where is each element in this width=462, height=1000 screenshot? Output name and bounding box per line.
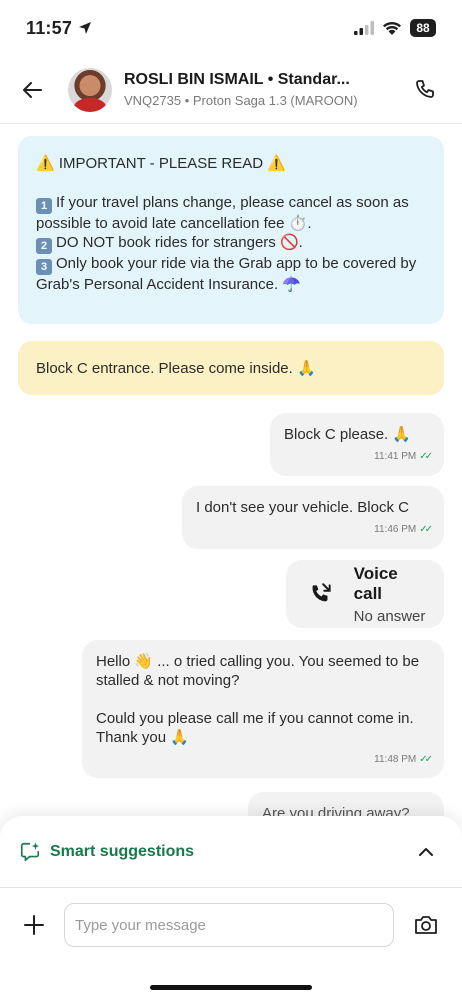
voice-call-bubble[interactable]: Voice call No answer <box>286 560 444 628</box>
chat-area[interactable]: ⚠️ IMPORTANT - PLEASE READ ⚠️ 1 If your t… <box>0 124 462 820</box>
wifi-icon <box>383 21 401 35</box>
keycap-number-icon: 3 <box>36 259 52 275</box>
notice-item: 2 DO NOT book rides for strangers 🚫. <box>36 233 426 254</box>
composer-sheet: Smart suggestions <box>0 816 462 1000</box>
message-input[interactable] <box>64 903 394 947</box>
important-notice: ⚠️ IMPORTANT - PLEASE READ ⚠️ 1 If your t… <box>18 136 444 324</box>
voice-call-title: Voice call <box>353 563 398 603</box>
missed-call-icon <box>306 579 336 609</box>
battery-indicator: 88 <box>410 19 436 37</box>
message-text: Block C please. 🙏 <box>284 426 412 443</box>
call-button[interactable] <box>406 70 446 110</box>
home-indicator <box>150 985 312 990</box>
phone-icon <box>416 79 434 98</box>
message-meta: 11:41 PM ✓✓ <box>284 447 433 466</box>
message-meta: 11:48 PM ✓✓ <box>96 750 433 769</box>
notice-item: 1 If your travel plans change, please can… <box>36 193 426 233</box>
back-button[interactable] <box>20 70 60 110</box>
signal-icon <box>354 21 374 35</box>
camera-icon <box>415 916 437 934</box>
smart-suggestions-label: Smart suggestions <box>50 842 195 860</box>
driver-avatar[interactable] <box>68 67 112 112</box>
double-check-icon: ✓✓ <box>419 451 433 462</box>
message-bubble[interactable]: Hello 👋 ... o tried calling you. You see… <box>82 640 444 778</box>
double-check-icon: ✓✓ <box>419 524 433 535</box>
message-text: I don't see your vehicle. Block C <box>196 499 409 516</box>
pinned-message[interactable]: Block C entrance. Please come inside. 🙏 <box>18 341 444 395</box>
message-time: 11:48 PM <box>374 754 417 765</box>
driver-name: ROSLI BIN ISMAIL • Standar... <box>124 71 350 88</box>
pinned-message-text: Block C entrance. Please come inside. 🙏 <box>36 360 316 377</box>
keycap-number-icon: 1 <box>36 198 52 214</box>
composer-row <box>0 902 462 948</box>
voice-call-info: Voice call No answer <box>354 564 430 625</box>
smart-suggestions-bar[interactable]: Smart suggestions <box>0 816 462 888</box>
status-time-text: 11:57 <box>26 17 73 38</box>
keycap-number-icon: 2 <box>36 238 52 254</box>
location-arrow-icon <box>79 22 92 34</box>
back-arrow-icon <box>23 81 42 98</box>
status-time: 11:57 <box>26 18 92 39</box>
chat-header: ROSLI BIN ISMAIL • Standar... VNQ2735 • … <box>0 56 462 124</box>
message-text: Hello 👋 ... o tried calling you. You see… <box>96 653 420 689</box>
vehicle-details: VNQ2735 • Proton Saga 1.3 (MAROON) <box>124 93 358 108</box>
notice-item-text: If your travel plans change, please canc… <box>36 194 409 232</box>
voice-call-status: No answer <box>353 607 426 625</box>
notice-title: ⚠️ IMPORTANT - PLEASE READ ⚠️ <box>36 155 286 172</box>
chevron-up-icon[interactable] <box>416 842 436 862</box>
camera-button[interactable] <box>406 905 446 945</box>
status-icons: 88 <box>354 19 436 37</box>
plus-icon <box>24 915 44 935</box>
status-bar: 11:57 88 <box>0 0 462 56</box>
message-bubble[interactable]: Block C please. 🙏 11:41 PM ✓✓ <box>270 413 444 476</box>
message-meta: 11:46 PM ✓✓ <box>196 520 433 539</box>
message-time: 11:41 PM <box>374 451 417 462</box>
message-bubble[interactable]: I don't see your vehicle. Block C 11:46 … <box>182 486 444 549</box>
attach-button[interactable] <box>16 907 52 943</box>
sparkle-chat-icon <box>18 840 42 864</box>
notice-item: 3 Only book your ride via the Grab app to… <box>36 254 426 294</box>
driver-info: ROSLI BIN ISMAIL • Standar... VNQ2735 • … <box>124 71 406 108</box>
message-text: Could you please call me if you cannot c… <box>96 710 414 746</box>
double-check-icon: ✓✓ <box>419 754 433 765</box>
notice-item-text: Only book your ride via the Grab app to … <box>36 255 417 293</box>
notice-item-text: DO NOT book rides for strangers 🚫. <box>56 234 303 251</box>
message-time: 11:46 PM <box>374 524 417 535</box>
